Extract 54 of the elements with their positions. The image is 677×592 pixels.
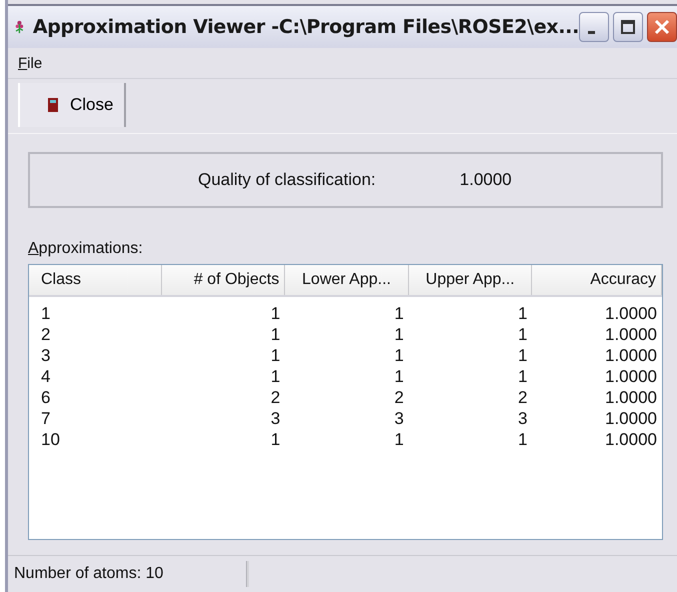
table-cell-text: 1 (516, 346, 528, 366)
table-cell-text: 2 (40, 324, 52, 344)
menu-item[interactable]: File (16, 54, 44, 72)
table-cell-text: 1 (393, 346, 405, 366)
table-cell-text: 3 (40, 346, 52, 366)
column-header[interactable]: Upper App... (408, 265, 532, 295)
table-cell-text: 2 (270, 388, 282, 408)
column-header[interactable]: Lower App... (285, 265, 409, 295)
table-cell-text: 1 (516, 304, 528, 324)
table-cell-text: 6 (40, 388, 52, 408)
status-text: Number of atoms: 10 (13, 565, 164, 583)
close-icon (652, 17, 672, 37)
table-cell-text: 10 (40, 430, 61, 450)
minimize-icon (588, 30, 595, 34)
table-cell-text: 1 (393, 304, 405, 324)
table-cell-text: 1 (516, 430, 528, 450)
table-cell-text: 1.0000 (604, 430, 658, 450)
table-cell-text: 1 (40, 304, 52, 324)
table-cell-text: 1.0000 (604, 366, 658, 386)
table-cell-text: 1.0000 (604, 324, 658, 344)
table-cell-text: 1 (393, 324, 405, 344)
column-header[interactable]: # of Objects (162, 265, 286, 295)
approximations-label: Approximations: (28, 240, 144, 258)
table-cell-text: 1 (270, 324, 282, 344)
table-cell-text: 1 (393, 366, 405, 386)
table-cell-text: 2 (516, 388, 528, 408)
table-cell-text: 7 (40, 408, 52, 428)
table-cell-text: 1.0000 (604, 346, 658, 366)
window-title: Approximation Viewer -C:\Program Files\ROSE2\ex... (32, 16, 579, 38)
maximize-icon (618, 17, 638, 37)
table-cell-text: 1 (516, 324, 528, 344)
table-cell-text: 1.0000 (604, 304, 658, 324)
table-cell-text: 3 (393, 408, 405, 428)
table-cell-text: 1 (516, 366, 528, 386)
table-cell-text: 1 (270, 430, 282, 450)
table-cell-text: 3 (516, 408, 528, 428)
table-cell-text: 1.0000 (604, 408, 658, 428)
maximize-button[interactable] (613, 12, 643, 42)
quality-value: 1.0000 (460, 170, 512, 190)
close-toolbar-button[interactable]: Close (18, 83, 126, 127)
table-cell-text: 1 (270, 304, 282, 324)
table-cell-text: 1 (270, 366, 282, 386)
table-cell-text: 1.0000 (604, 388, 658, 408)
table-cell-text: 1 (270, 346, 282, 366)
close-button[interactable] (647, 12, 677, 42)
table-cell-text: 3 (270, 408, 282, 428)
minimize-button[interactable] (579, 12, 609, 42)
table-cell-text: 1 (393, 430, 405, 450)
column-header[interactable]: Class (29, 265, 162, 295)
column-header[interactable]: Accuracy (532, 265, 662, 295)
table-cell-text: 2 (393, 388, 405, 408)
table-cell-text: 4 (40, 366, 52, 386)
quality-label: Quality of classification: (198, 170, 376, 190)
door-icon (48, 98, 58, 112)
